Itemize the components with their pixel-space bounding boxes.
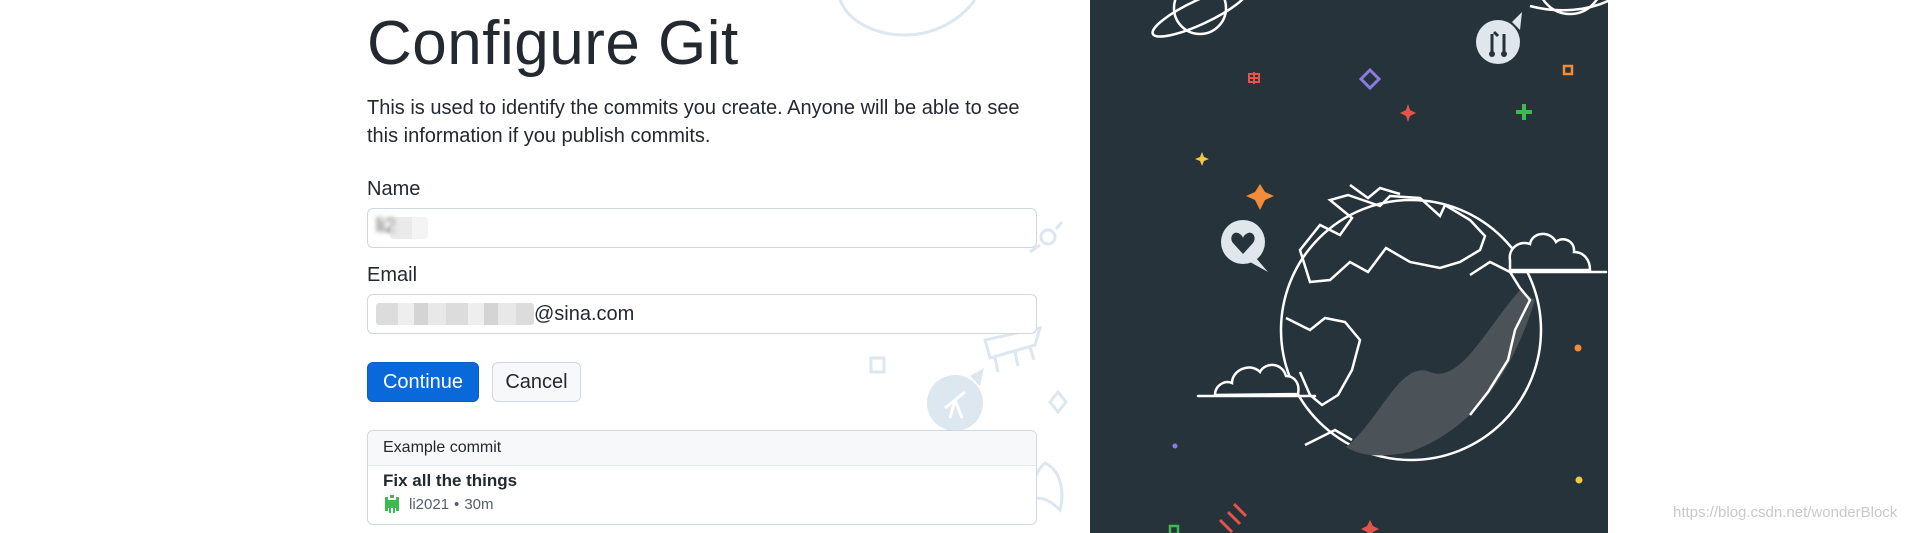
cancel-button[interactable]: Cancel xyxy=(492,362,581,402)
commit-author: li2021 xyxy=(409,495,450,513)
name-label: Name xyxy=(367,178,421,200)
moon-outline-icon xyxy=(838,0,977,37)
name-input[interactable]: li2 xyxy=(367,208,1037,248)
avatar-icon xyxy=(383,495,401,513)
rocket-icon xyxy=(983,325,1043,373)
pull-request-bubble-icon xyxy=(1476,12,1522,64)
redacted-overlay xyxy=(390,217,428,239)
example-commit-card: Example commit Fix all the things li2021… xyxy=(367,430,1037,525)
commit-message: Fix all the things xyxy=(383,471,518,490)
illustration-panel xyxy=(1090,0,1608,533)
page-title: Configure Git xyxy=(367,9,739,78)
email-label: Email xyxy=(367,264,418,286)
sparkle-outline-icon xyxy=(869,356,886,374)
example-commit-header: Example commit xyxy=(368,431,1036,466)
email-input[interactable]: @sina.com xyxy=(367,294,1037,334)
telescope-bubble-icon xyxy=(927,368,984,431)
planet-partial-icon xyxy=(1529,0,1608,16)
commit-meta: li2021 • 30m xyxy=(383,495,494,513)
continue-button[interactable]: Continue xyxy=(367,362,479,402)
commit-time: 30m xyxy=(464,495,494,513)
meta-separator: • xyxy=(454,495,460,513)
watermark-text: https://blog.csdn.net/wonderBlock xyxy=(1673,504,1898,521)
email-input-value: @sina.com xyxy=(534,303,635,325)
globe-illustration xyxy=(1279,183,1543,462)
satellite-icon xyxy=(1039,228,1057,246)
planet-icon xyxy=(1151,0,1249,38)
redacted-overlay xyxy=(376,303,534,325)
page-description: This is used to identify the commits you… xyxy=(367,97,1020,147)
space-illustration xyxy=(1151,0,1608,533)
heart-bubble-icon xyxy=(1221,220,1268,272)
